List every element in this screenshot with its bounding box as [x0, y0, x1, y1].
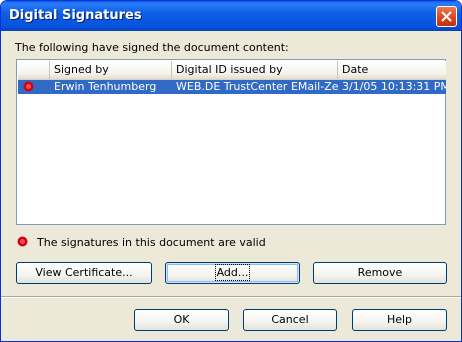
cancel-button[interactable]: Cancel — [243, 309, 337, 331]
remove-label: Remove — [357, 266, 403, 279]
cell-issued-by: WEB.DE TrustCenter EMail-Zertif — [176, 80, 338, 93]
ok-label: OK — [173, 313, 190, 326]
list-header: Signed by Digital ID issued by Date — [18, 61, 446, 80]
cell-date: 3/1/05 10:13:31 PM — [342, 80, 446, 93]
add-button[interactable]: Add... — [165, 262, 300, 284]
status-text: The signatures in this document are vali… — [37, 236, 266, 249]
view-certificate-button[interactable]: View Certificate... — [16, 262, 152, 284]
add-label: Add... — [214, 264, 251, 281]
ok-button[interactable]: OK — [134, 309, 229, 331]
cell-signed-by: Erwin Tenhumberg — [54, 80, 157, 93]
divider — [1, 296, 461, 298]
digital-signatures-dialog: Digital Signatures The following have si… — [0, 0, 462, 342]
close-icon — [441, 11, 452, 22]
view-certificate-label: View Certificate... — [35, 266, 133, 279]
window-title: Digital Signatures — [9, 8, 142, 23]
remove-button[interactable]: Remove — [313, 262, 447, 284]
signature-seal-icon — [17, 236, 28, 247]
column-header-issued-by[interactable]: Digital ID issued by — [172, 61, 338, 79]
signatures-list[interactable]: Signed by Digital ID issued by Date Erwi… — [16, 59, 446, 225]
signature-seal-icon — [23, 81, 34, 92]
column-header-icon[interactable] — [18, 61, 50, 79]
cancel-label: Cancel — [271, 313, 309, 326]
table-row[interactable]: Erwin Tenhumberg WEB.DE TrustCenter EMai… — [18, 80, 446, 94]
close-button[interactable] — [436, 6, 457, 27]
column-header-signed-by[interactable]: Signed by — [50, 61, 172, 79]
help-button[interactable]: Help — [352, 309, 447, 331]
help-label: Help — [386, 313, 413, 326]
title-bar[interactable]: Digital Signatures — [1, 1, 461, 31]
column-header-date[interactable]: Date — [338, 61, 446, 79]
intro-text: The following have signed the document c… — [15, 41, 289, 54]
